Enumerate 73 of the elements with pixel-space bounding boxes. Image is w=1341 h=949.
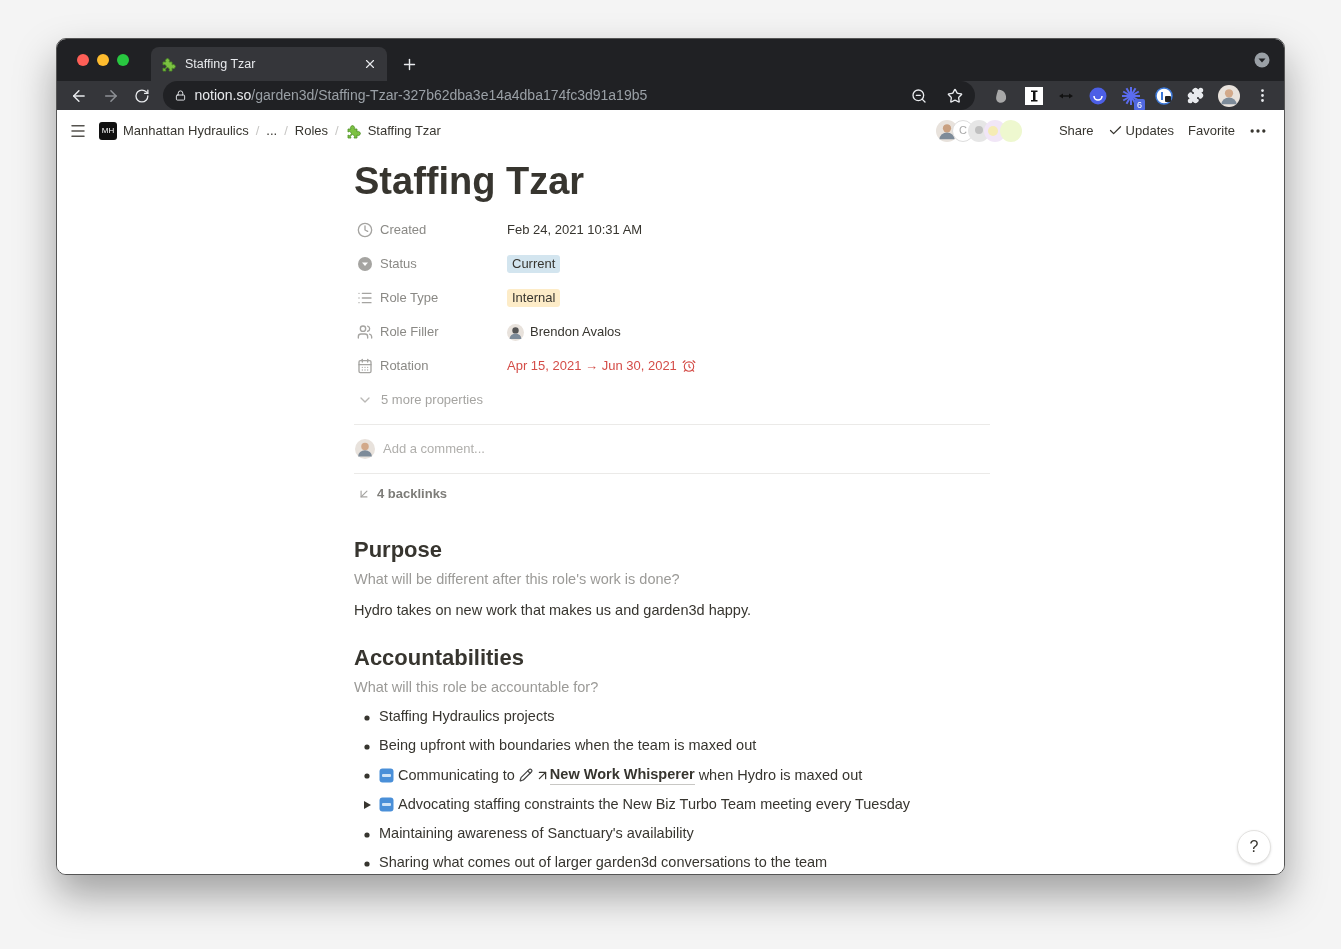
select-tag[interactable]: Internal	[507, 289, 561, 307]
breadcrumb-link[interactable]: Manhattan Hydraulics	[123, 120, 249, 141]
paragraph: Hydro takes on new work that makes us and garden3d happy.	[354, 600, 753, 620]
extensions-icon[interactable]	[1187, 87, 1204, 104]
browser-tab[interactable]: Staffing Tzar	[151, 47, 387, 81]
close-window-button[interactable]	[77, 54, 89, 66]
pencil-icon	[518, 768, 533, 783]
lock-icon	[175, 90, 187, 101]
smiley-extension-icon[interactable]	[1089, 86, 1107, 105]
breadcrumb-link[interactable]: ...	[266, 120, 278, 141]
bullet-icon	[363, 744, 370, 751]
dropdown-circle-icon	[357, 256, 373, 272]
page-title: Staffing Tzar	[354, 159, 586, 203]
minimize-window-button[interactable]	[97, 54, 109, 66]
profile-avatar	[1218, 84, 1240, 107]
property-value[interactable]: Feb 24, 2021 10:31 AM	[507, 220, 643, 240]
section-heading: Accountabilities	[354, 643, 525, 672]
extension-icon[interactable]	[1025, 86, 1043, 105]
property-name[interactable]: Role Type	[380, 288, 439, 308]
list-item-text: Sharing what comes out of larger garden3d conversations to the team	[379, 853, 828, 873]
address-bar[interactable]: notion.so/garden3d/Staffing-Tzar-327b62dba3e14a4dba174fc3d91a19b5	[163, 81, 975, 110]
close-tab-icon[interactable]	[363, 57, 377, 71]
breadcrumb-separator: /	[335, 121, 339, 140]
list-item-text: Staffing Hydraulics projects	[379, 707, 555, 727]
collaborator-avatar	[999, 119, 1022, 142]
people-icon	[357, 324, 373, 340]
person-name[interactable]: Brendon Avalos	[530, 322, 621, 342]
topbar-button[interactable]: Updates	[1100, 116, 1182, 145]
breadcrumb-separator: /	[284, 121, 288, 140]
list-item-text: when Hydro is maxed out	[698, 765, 863, 785]
property-name[interactable]: Role Filler	[380, 322, 439, 342]
property-name[interactable]: Rotation	[380, 356, 429, 376]
list-item-text: Being upfront with boundaries when the team is maxed out	[379, 736, 757, 756]
bookmark-star-icon[interactable]	[947, 87, 963, 104]
topbar-button[interactable]: Favorite	[1181, 116, 1242, 145]
property-name[interactable]: Status	[380, 254, 417, 274]
person-avatar	[507, 323, 524, 341]
section-prompt: What will this role be accountable for?	[354, 677, 600, 697]
backlinks-link[interactable]: 4 backlinks	[377, 484, 448, 504]
tab-search-icon[interactable]	[1254, 52, 1270, 68]
list-icon	[357, 290, 373, 306]
topbar-button[interactable]: Share	[1051, 116, 1101, 145]
zoom-icon[interactable]	[911, 87, 927, 104]
select-tag[interactable]: Current	[507, 255, 561, 273]
bullet-icon	[363, 715, 370, 722]
bullet-icon	[363, 861, 370, 868]
help-button[interactable]: ?	[1237, 830, 1271, 865]
page-emoji-icon	[345, 122, 362, 139]
section-prompt: What will be different after this role's work is done?	[354, 570, 681, 589]
list-item-text: Advocating staffing constraints the New Biz Turbo Team meeting every Tuesday	[398, 795, 911, 815]
alarm-icon	[681, 359, 696, 373]
reload-icon[interactable]	[133, 87, 150, 104]
toggle-closed-icon[interactable]	[361, 800, 372, 811]
tab-favicon-icon	[161, 56, 177, 72]
list-item-text: Maintaining awareness of Sanctuary's availability	[379, 824, 694, 844]
maximize-window-button[interactable]	[117, 54, 129, 66]
calendar-icon	[357, 358, 373, 374]
comment-field[interactable]: Add a comment...	[383, 439, 990, 459]
bullet-icon	[363, 832, 370, 839]
extension-badge: 6	[1134, 98, 1145, 111]
breadcrumb-link[interactable]: Roles	[294, 120, 329, 141]
workspace-logo: MH	[99, 121, 117, 140]
date-range[interactable]: Apr 15, 2021 → Jun 30, 2021	[507, 356, 677, 376]
breadcrumb-link[interactable]: Staffing Tzar	[367, 120, 441, 141]
section-heading: Purpose	[354, 536, 444, 564]
breadcrumb-separator: /	[255, 121, 260, 140]
bullet-icon	[363, 773, 370, 780]
clock-icon	[357, 222, 373, 238]
extension-icon[interactable]	[1155, 86, 1173, 105]
list-item-text: Communicating to	[398, 765, 515, 785]
page-link[interactable]: New Work Whisperer	[549, 765, 695, 786]
property-name[interactable]: Created	[380, 220, 427, 240]
user-avatar	[355, 439, 375, 459]
